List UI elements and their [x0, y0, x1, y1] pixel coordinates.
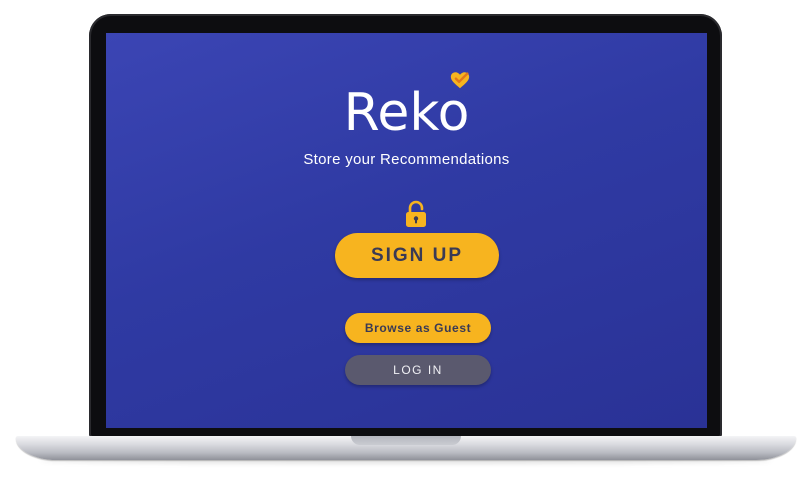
heart-check-icon — [451, 72, 470, 89]
app-logo: Reko — [106, 72, 707, 145]
signup-button[interactable]: SIGN UP — [335, 233, 499, 278]
browse-as-guest-button[interactable]: Browse as Guest — [345, 313, 491, 343]
laptop-mockup: Reko Store your Recommendations SIGN UP … — [0, 0, 812, 483]
laptop-hinge-notch — [351, 436, 461, 445]
logo-wordmark: Reko — [343, 83, 470, 143]
logo-wordmark-wrap: Reko — [343, 72, 470, 145]
unlocked-padlock-icon — [406, 200, 426, 227]
app-screen: Reko Store your Recommendations SIGN UP … — [106, 33, 707, 428]
app-tagline: Store your Recommendations — [303, 151, 510, 168]
login-button[interactable]: LOG IN — [345, 355, 491, 385]
